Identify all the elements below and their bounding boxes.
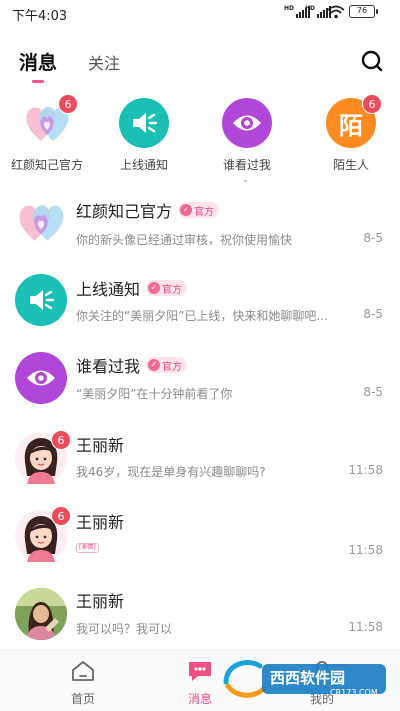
quick-entry-official[interactable]: 6 红颜知己官方 xyxy=(7,92,87,173)
official-badge: ✓ 官方 xyxy=(146,357,188,373)
list-item[interactable]: 谁看过我 ✓ 官方 “美丽夕阳”在十分钟前看了你 8-5 xyxy=(0,342,400,420)
avatar: 6 xyxy=(15,430,71,484)
unread-badge: 6 xyxy=(58,94,78,114)
eye-icon xyxy=(15,352,67,404)
status-bar: 下午4:03 HD HD 76 xyxy=(0,0,400,26)
quick-entry-strangers[interactable]: 陌 6 陌生人 xyxy=(311,92,391,173)
tab-following[interactable]: 关注 xyxy=(88,50,120,74)
list-item[interactable]: 6 王丽新 [表情] 11:58 xyxy=(0,500,400,578)
list-item[interactable]: 6 王丽新 我46岁，现在是单身有兴趣聊聊吗? 11:58 xyxy=(0,420,400,498)
stranger-icon: 陌 6 xyxy=(326,94,382,148)
message-preview: “美丽夕阳”在十分钟前看了你 xyxy=(76,387,233,401)
message-preview: 你关注的“美丽夕阳”已上线，快来和她聊聊吧... xyxy=(76,309,328,323)
wifi-icon xyxy=(327,5,345,19)
top-tabs: 消息 关注 xyxy=(0,40,400,83)
tab-messages[interactable]: 消息 xyxy=(19,48,57,83)
message-preview: [表情] xyxy=(76,538,348,553)
search-icon[interactable] xyxy=(358,47,386,75)
check-icon: ✓ xyxy=(148,359,161,371)
nav-label: 首页 xyxy=(70,692,95,706)
official-badge: ✓ 官方 xyxy=(178,202,220,218)
unread-badge: 6 xyxy=(51,430,71,450)
check-icon: ✓ xyxy=(148,282,161,294)
list-item[interactable]: 上线通知 ✓ 官方 你关注的“美丽夕阳”已上线，快来和她聊聊吧... 8-5 xyxy=(0,264,400,342)
battery-indicator: 76 xyxy=(349,5,378,18)
unread-badge: 6 xyxy=(51,506,71,526)
eye-icon xyxy=(222,98,272,148)
quick-entry-visitors[interactable]: 谁看过我 xyxy=(207,92,287,173)
heart-icon: 6 xyxy=(22,94,78,148)
message-time: 11:58 xyxy=(348,543,383,557)
message-preview: 我可以吗？我可以 xyxy=(76,622,173,636)
contact-name: 上线通知 ✓ 官方 xyxy=(76,276,188,300)
speaker-icon xyxy=(119,98,169,148)
watermark-url: CR173.COM xyxy=(330,688,378,697)
unread-badge: 6 xyxy=(362,94,382,114)
chat-icon xyxy=(189,662,211,681)
home-icon xyxy=(72,661,94,681)
official-badge: ✓ 官方 xyxy=(146,280,188,296)
emoji-tag: [表情] xyxy=(76,543,99,553)
quick-entry-label: 上线通知 xyxy=(119,158,168,172)
avatar: 6 xyxy=(15,506,71,562)
divider-dot xyxy=(244,180,247,182)
contact-name: 王丽新 xyxy=(76,592,125,611)
contact-name: 王丽新 xyxy=(76,513,125,532)
quick-entry-label: 谁看过我 xyxy=(222,158,271,172)
contact-name: 红颜知己官方 ✓ 官方 xyxy=(76,198,220,222)
check-icon: ✓ xyxy=(180,204,193,216)
contact-name: 谁看过我 ✓ 官方 xyxy=(76,353,188,377)
speaker-icon xyxy=(15,274,67,326)
site-watermark: 西西软件园 CR173.COM xyxy=(218,652,388,704)
message-time: 8-5 xyxy=(363,231,383,245)
quick-entry-label: 红颜知己官方 xyxy=(10,158,83,172)
avatar xyxy=(15,588,67,640)
watermark-brand: 西西软件园 xyxy=(270,669,346,687)
message-preview: 我46岁，现在是单身有兴趣聊聊吗? xyxy=(76,465,266,479)
heart-icon xyxy=(15,196,67,248)
message-time: 8-5 xyxy=(363,307,383,321)
nav-home[interactable]: 首页 xyxy=(53,659,113,707)
list-item[interactable]: 红颜知己官方 ✓ 官方 你的新头像已经通过审核，祝你使用愉快 8-5 xyxy=(0,186,400,264)
message-preview: 你的新头像已经通过审核，祝你使用愉快 xyxy=(76,233,293,247)
quick-entry-online[interactable]: 上线通知 xyxy=(104,92,184,173)
quick-entry-label: 陌生人 xyxy=(332,158,369,172)
message-time: 11:58 xyxy=(348,463,383,477)
message-time: 8-5 xyxy=(363,385,383,399)
quick-entries: 6 红颜知己官方 上线通知 谁看过我 陌 6 陌生人 xyxy=(0,92,400,182)
message-time: 11:58 xyxy=(348,620,383,634)
contact-name: 王丽新 xyxy=(76,436,125,455)
list-item[interactable]: 王丽新 我可以吗？我可以 11:58 xyxy=(0,578,400,656)
